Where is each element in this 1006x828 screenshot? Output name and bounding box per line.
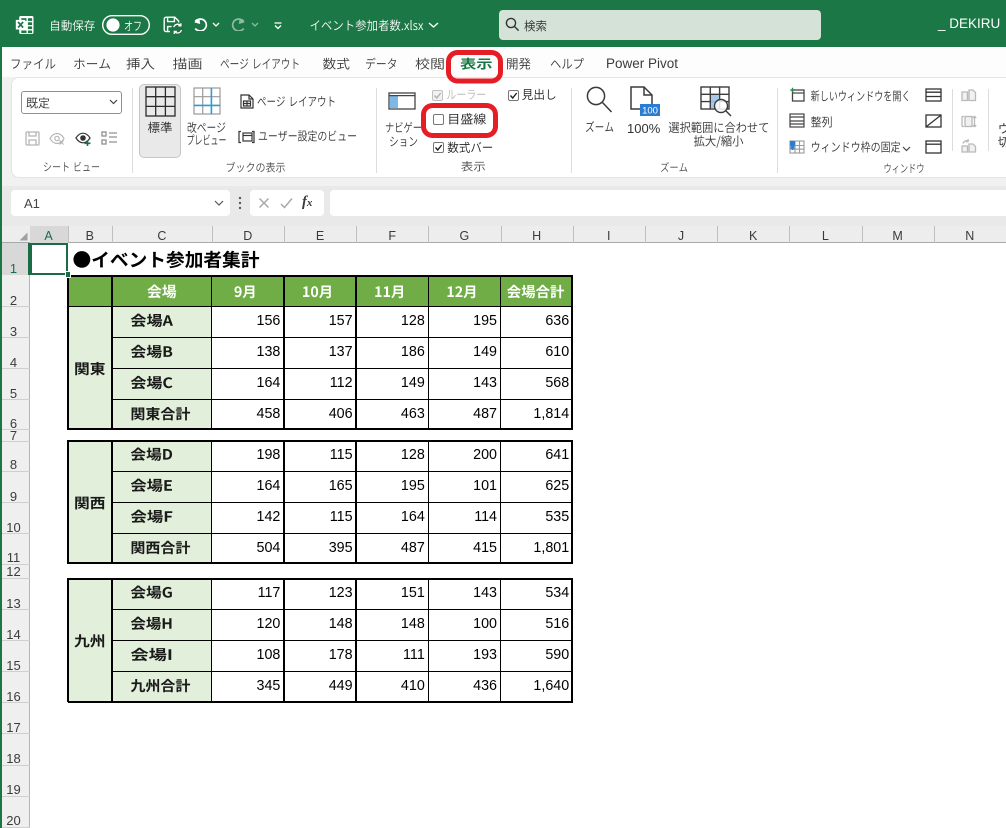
svg-text:100: 100: [642, 106, 658, 117]
